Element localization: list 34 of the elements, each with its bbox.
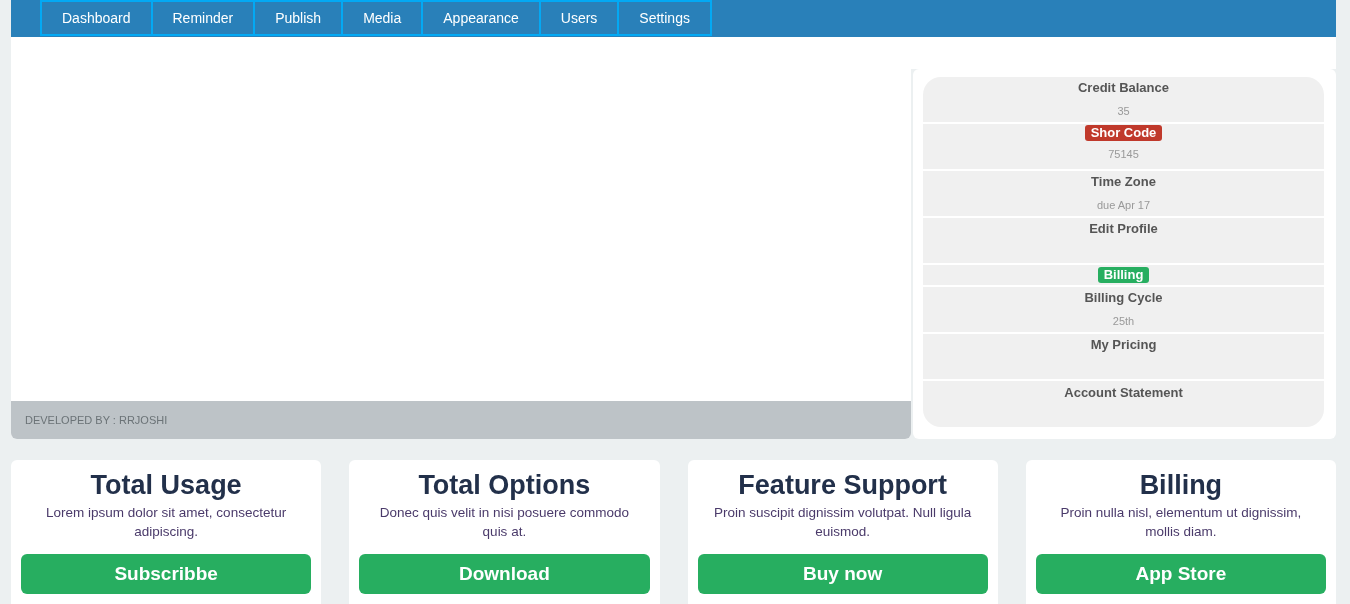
card-text: Lorem ipsum dolor sit amet, consectetur adipiscing. [45, 504, 288, 541]
item-title: Account Statement [1064, 384, 1183, 402]
item-value: 25th [1112, 313, 1135, 329]
label-badge: Shor Code [1084, 125, 1163, 141]
account-item[interactable]: Billing [923, 265, 1324, 285]
card-button[interactable]: Buy now [697, 554, 988, 594]
card-text: Proin nulla nisl, elementum ut dignissim, mollis diam. [1059, 504, 1303, 541]
item-title: My Pricing [1090, 336, 1157, 354]
item-value: 35 [1117, 103, 1130, 119]
item-title: Billing Cycle [1084, 289, 1163, 307]
card-title: Feature Support [738, 469, 947, 501]
item-title: Time Zone [1091, 173, 1156, 191]
card-text: Donec quis velit in nisi posuere commodo quis at. [378, 504, 630, 541]
account-item[interactable]: Credit Balance 35 [923, 77, 1324, 122]
label-badge: Billing [1097, 267, 1150, 283]
footer-text: DEVELOPED BY : RRJOSHI [25, 412, 168, 428]
item-value: due Apr 17 [1096, 197, 1151, 213]
item-title: Edit Profile [1089, 220, 1158, 238]
card-text: Proin suscipit dignissim volutpat. Null ligula euismod. [712, 504, 973, 541]
account-item[interactable]: Shor Code 75145 [923, 124, 1324, 169]
item-title: Credit Balance [1077, 79, 1169, 97]
card-button[interactable]: Subscribbe [21, 554, 312, 594]
card-button[interactable]: Download [359, 554, 650, 594]
card-button[interactable]: App Store [1035, 554, 1326, 594]
account-item[interactable]: Billing Cycle 25th [923, 287, 1324, 332]
card-title: Total Options [418, 469, 591, 501]
item-value: 75145 [1108, 147, 1139, 162]
account-item[interactable]: Account Statement [923, 381, 1324, 427]
nav-tab[interactable]: Settings [617, 0, 712, 36]
card-title: Billing [1139, 469, 1223, 501]
account-item[interactable]: Time Zone due Apr 17 [923, 171, 1324, 216]
account-item[interactable]: Edit Profile [923, 218, 1324, 263]
card-title: Total Usage [90, 469, 242, 501]
account-item[interactable]: My Pricing [923, 334, 1324, 379]
